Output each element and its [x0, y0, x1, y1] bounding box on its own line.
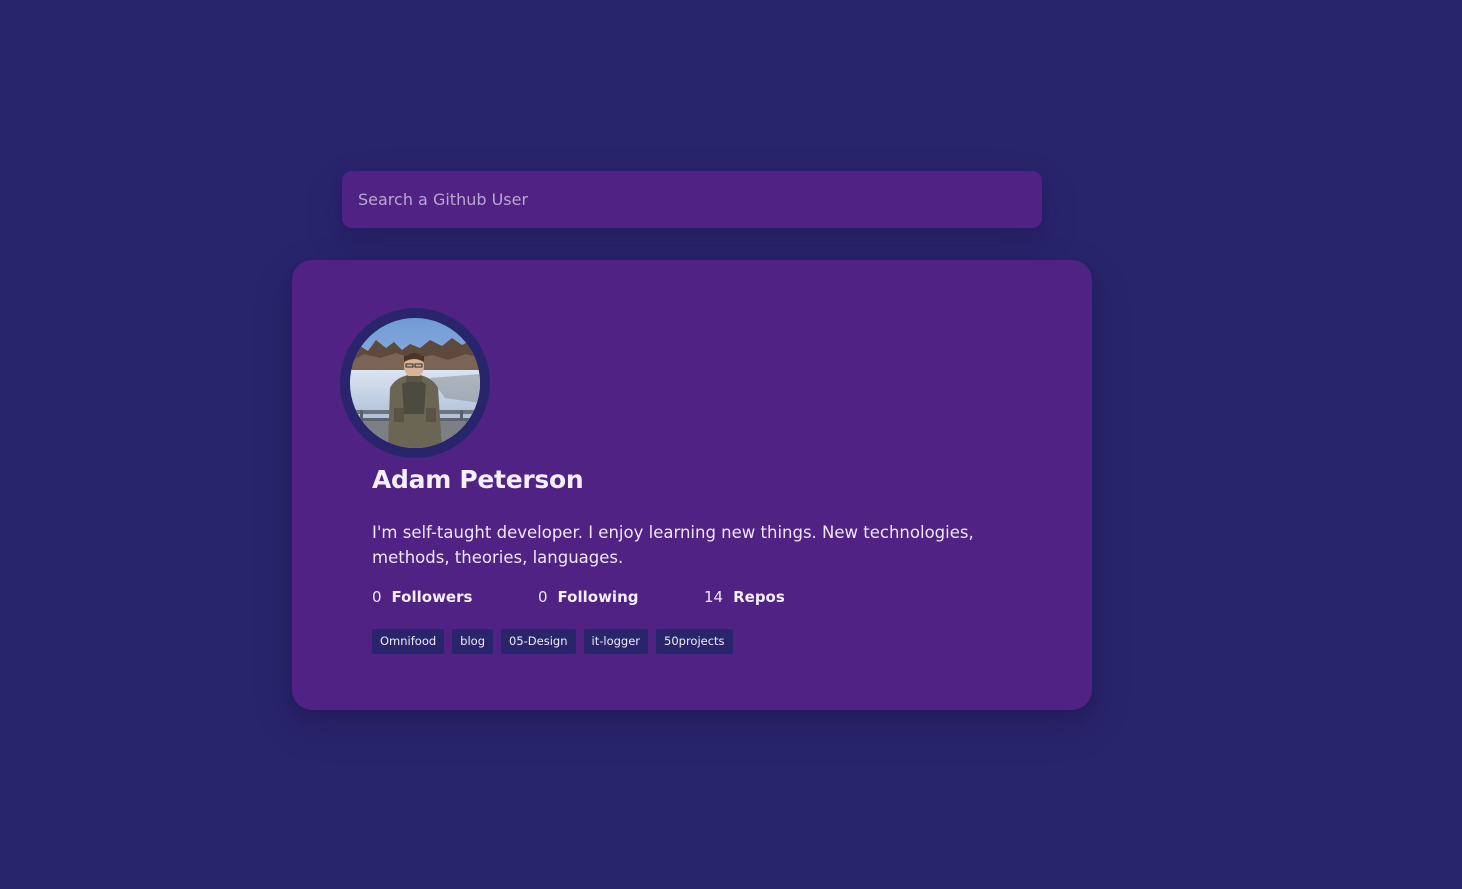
- repo-link[interactable]: blog: [452, 629, 494, 654]
- following-count: 0: [538, 588, 548, 606]
- repo-link[interactable]: 05-Design: [501, 629, 576, 654]
- stat-repos: 14 Repos: [704, 588, 785, 606]
- stat-following: 0 Following: [538, 588, 639, 606]
- followers-label: Followers: [391, 588, 473, 606]
- followers-count: 0: [372, 588, 382, 606]
- following-label: Following: [557, 588, 639, 606]
- avatar: [340, 308, 490, 458]
- avatar-photo: [350, 318, 480, 448]
- stat-followers: 0 Followers: [372, 588, 472, 606]
- user-card: Adam Peterson I'm self-taught developer.…: [292, 260, 1092, 710]
- user-bio: I'm self-taught developer. I enjoy learn…: [372, 523, 974, 567]
- repos-count: 14: [704, 588, 724, 606]
- search-form: [342, 171, 1042, 228]
- repos-label: Repos: [733, 588, 785, 606]
- repo-link[interactable]: 50projects: [656, 629, 733, 654]
- user-name: Adam Peterson: [372, 465, 584, 494]
- repo-link[interactable]: Omnifood: [372, 629, 445, 654]
- repo-link[interactable]: it-logger: [583, 629, 649, 654]
- search-input[interactable]: [342, 171, 1042, 228]
- repo-list: Omnifood blog 05-Design it-logger 50proj…: [372, 629, 733, 654]
